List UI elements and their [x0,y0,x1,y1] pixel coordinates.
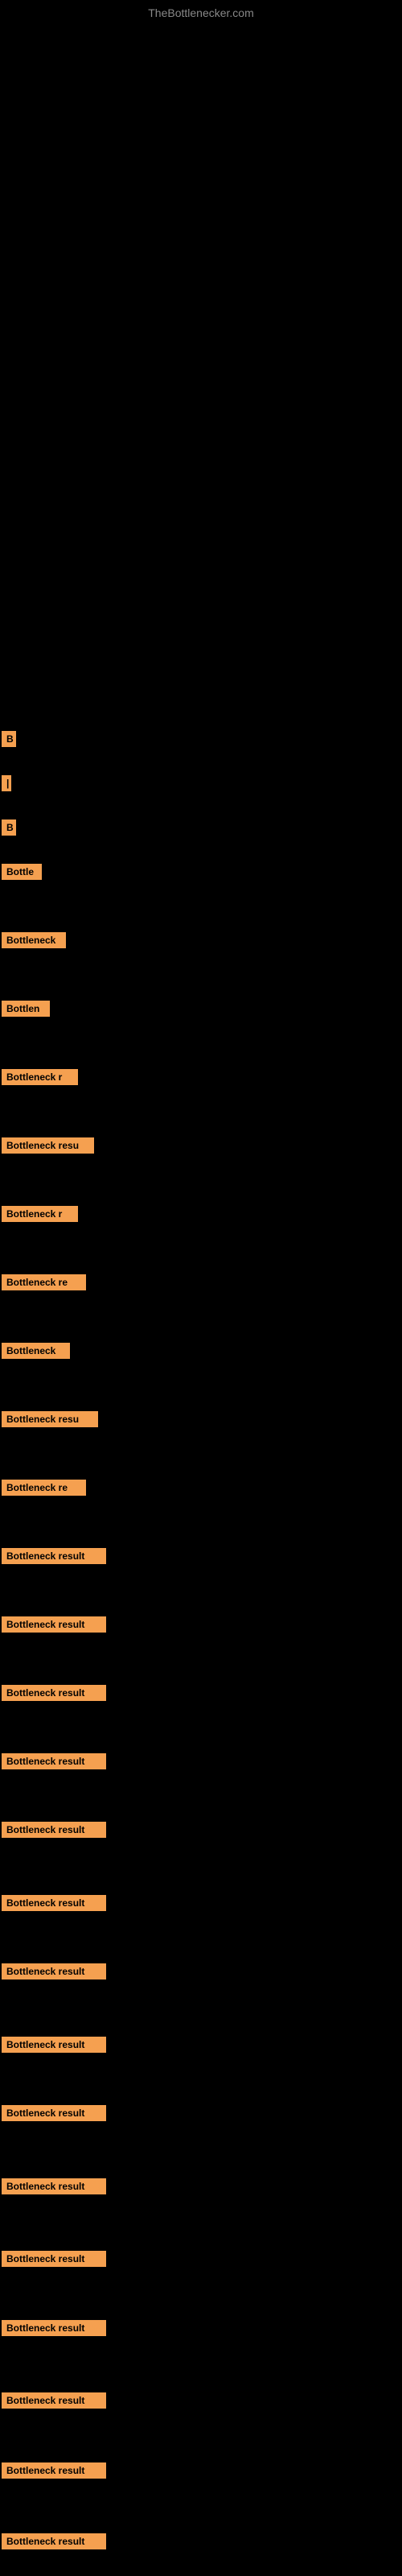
bottleneck-result-item: B [2,731,16,747]
bottleneck-result-item: Bottleneck re [2,1274,86,1290]
bottleneck-result-item: Bottleneck result [2,1822,106,1838]
bottleneck-result-item: Bottlen [2,1001,50,1017]
bottleneck-result-item: Bottleneck result [2,1548,106,1564]
bottleneck-result-item: Bottleneck result [2,2105,106,2121]
bottleneck-result-item: Bottleneck re [2,1480,86,1496]
bottleneck-result-item: Bottleneck result [2,2178,106,2194]
bottleneck-result-item: Bottleneck result [2,2462,106,2479]
bottleneck-result-item: Bottleneck result [2,2533,106,2549]
bottleneck-result-item: Bottleneck result [2,2037,106,2053]
bottleneck-result-item: Bottleneck resu [2,1137,94,1154]
bottleneck-result-item: Bottleneck result [2,2251,106,2267]
site-title: TheBottlenecker.com [148,6,254,19]
bottleneck-result-item: Bottleneck result [2,2320,106,2336]
bottleneck-result-item: Bottleneck result [2,1753,106,1769]
bottleneck-result-item: B [2,819,16,836]
bottleneck-result-item: Bottleneck resu [2,1411,98,1427]
bottleneck-result-item: Bottleneck result [2,1963,106,1979]
bottleneck-result-item: Bottleneck result [2,1895,106,1911]
bottleneck-result-item: Bottleneck result [2,1685,106,1701]
bottleneck-result-item: Bottleneck [2,1343,70,1359]
bottleneck-result-item: Bottle [2,864,42,880]
bottleneck-result-item: Bottleneck [2,932,66,948]
bottleneck-result-item: Bottleneck r [2,1069,78,1085]
bottleneck-result-item: | [2,775,11,791]
bottleneck-result-item: Bottleneck result [2,2392,106,2409]
bottleneck-result-item: Bottleneck result [2,1616,106,1633]
bottleneck-result-item: Bottleneck r [2,1206,78,1222]
